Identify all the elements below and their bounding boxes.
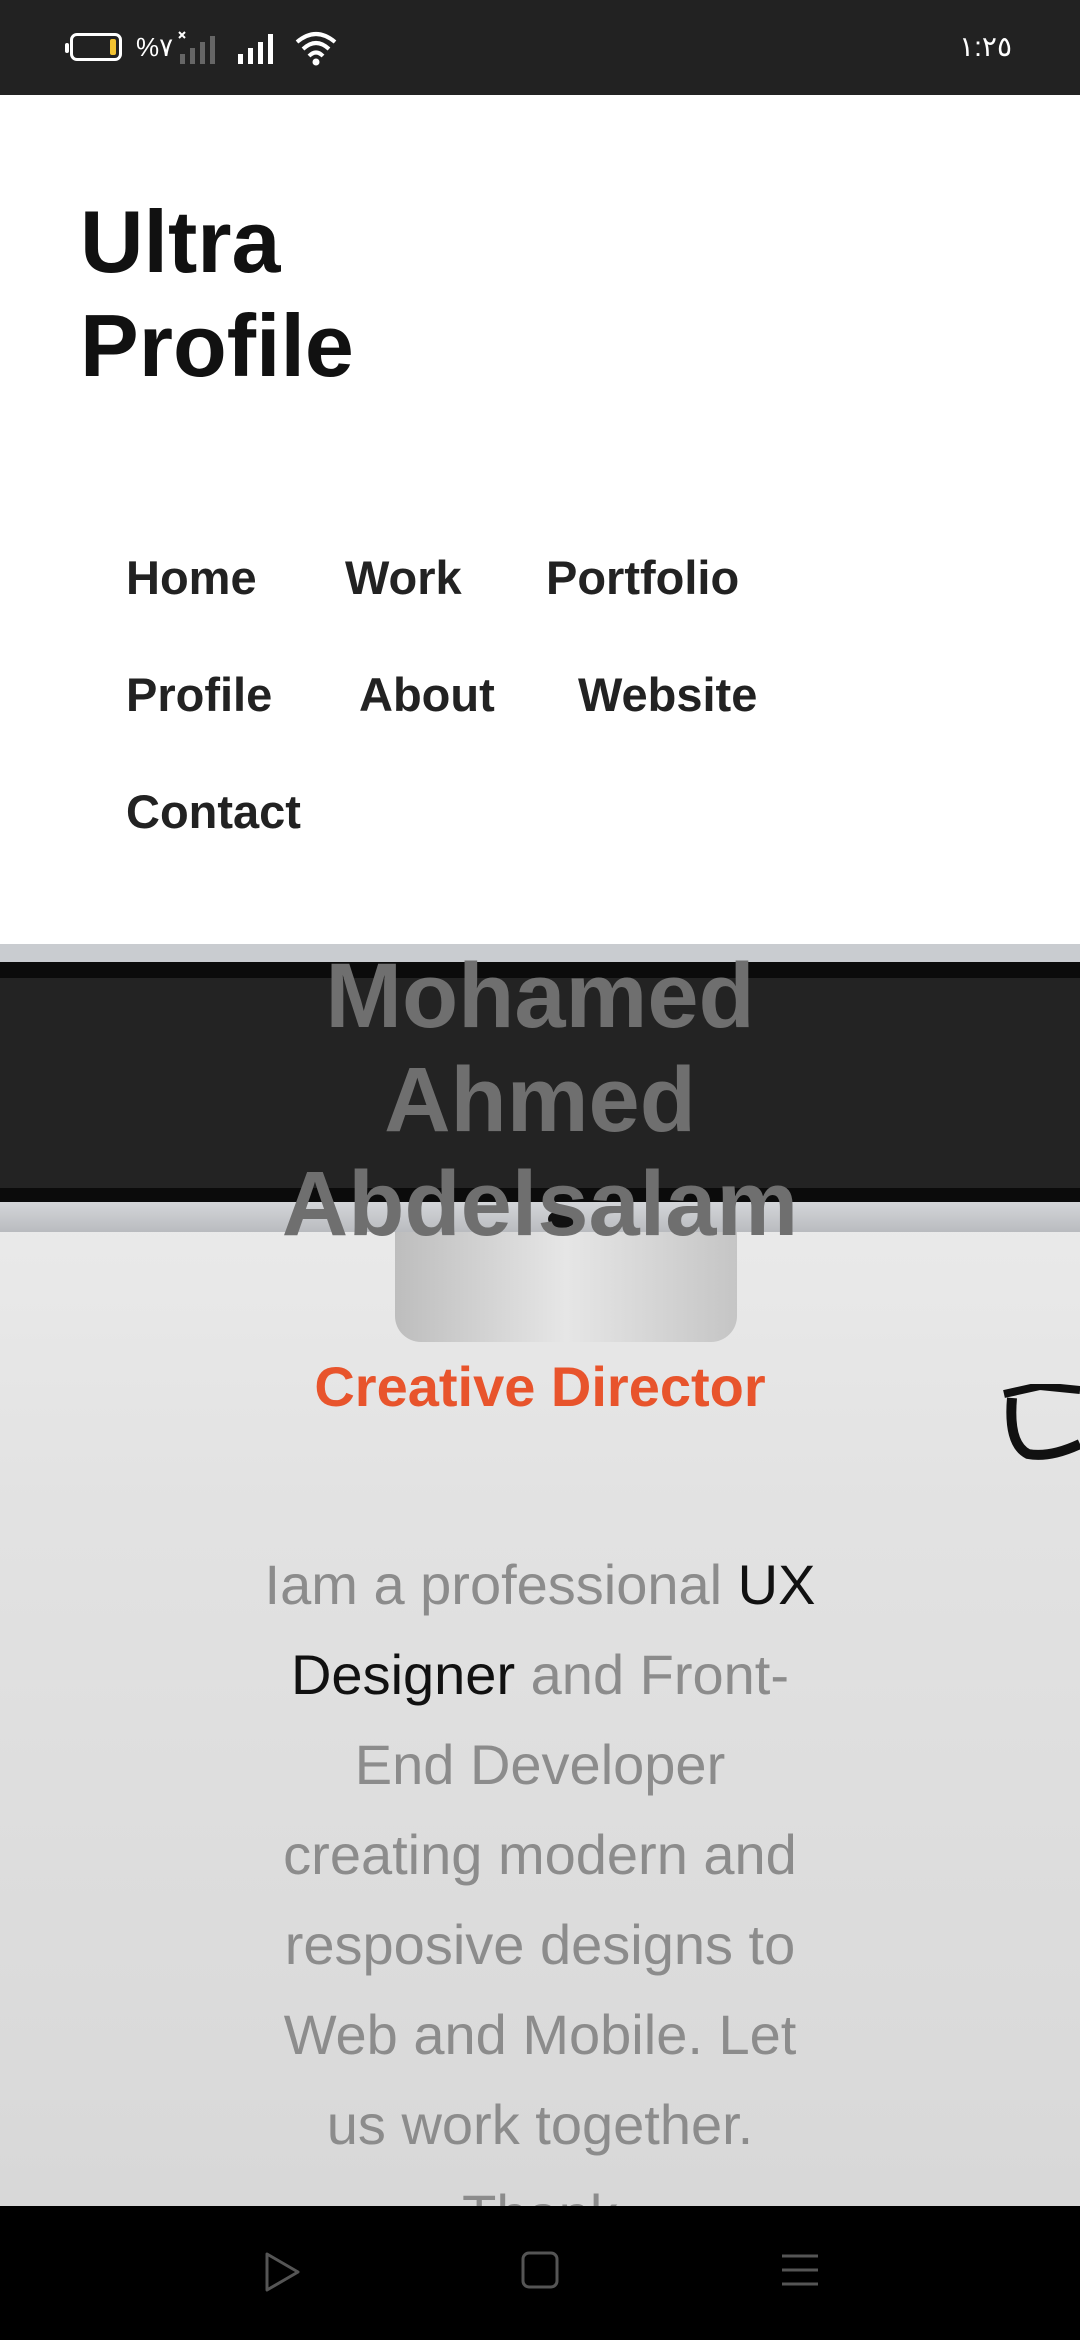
status-bar: %٧ ١:٢٥ — [0, 0, 1080, 95]
hero-role: Creative Director — [314, 1355, 766, 1418]
nav-profile[interactable]: Profile — [126, 667, 272, 722]
name-line-1: Mohamed — [325, 945, 755, 1047]
battery-icon — [65, 33, 122, 61]
signal-sim1-icon — [178, 31, 215, 64]
name-line-2: Ahmed — [384, 1049, 696, 1151]
intro-before: Iam a professional — [264, 1553, 738, 1616]
system-nav-bar — [0, 2206, 1080, 2340]
nav-portfolio[interactable]: Portfolio — [546, 550, 739, 605]
nav-contact[interactable]: Contact — [126, 784, 301, 839]
nav-back-icon[interactable] — [262, 2250, 302, 2294]
signal-sim2-icon — [238, 34, 273, 64]
battery-percentage: %٧ — [136, 32, 174, 62]
hero-section: Mohamed Ahmed Abdelsalam Creative Direct… — [0, 944, 1080, 2206]
nav-menu-icon[interactable] — [780, 2250, 820, 2290]
hero-name: Mohamed Ahmed Abdelsalam — [140, 944, 940, 1256]
name-line-3: Abdelsalam — [281, 1153, 799, 1255]
clock: ١:٢٥ — [959, 31, 1012, 62]
brand-line-2: Profile — [80, 296, 354, 395]
nav-work[interactable]: Work — [345, 550, 462, 605]
wifi-icon — [295, 32, 337, 66]
nav-home-icon[interactable] — [520, 2250, 560, 2290]
hero-intro: Iam a professional UX Designer and Front… — [250, 1540, 830, 2206]
nav-home[interactable]: Home — [126, 550, 257, 605]
nav-website[interactable]: Website — [578, 667, 757, 722]
intro-after: and Front-End Developer creating modern … — [283, 1643, 797, 2206]
brand-line-1: Ultra — [80, 192, 281, 291]
glasses-icon — [1003, 1384, 1080, 1460]
site-logo[interactable]: Ultra Profile — [80, 190, 580, 398]
nav-about[interactable]: About — [359, 667, 495, 722]
battery-level — [110, 39, 116, 55]
